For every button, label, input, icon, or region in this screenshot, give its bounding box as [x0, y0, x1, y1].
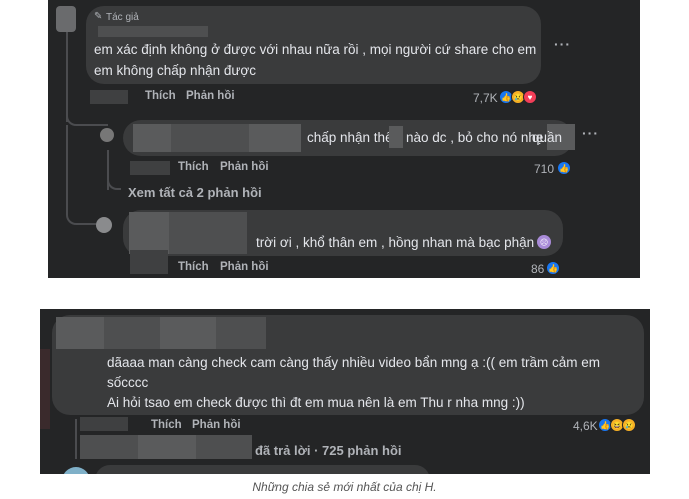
reply-button[interactable]: Phản hồi: [220, 161, 269, 173]
thread-line: [75, 419, 77, 459]
see-all-replies-link[interactable]: Xem tất cả 2 phản hồi: [128, 185, 262, 200]
like-icon: 👍: [546, 261, 560, 275]
like-icon: 👍: [557, 161, 571, 175]
blurred-block: [169, 212, 247, 254]
replies-summary-link[interactable]: đã trả lời · 725 phản hồi: [255, 443, 402, 458]
reply-button[interactable]: Phản hồi: [220, 261, 269, 273]
reaction-count[interactable]: 710: [534, 162, 554, 176]
more-options-button[interactable]: ···: [582, 125, 599, 141]
blurred-timestamp: [130, 161, 170, 175]
pencil-icon: ✎: [94, 11, 103, 22]
comment-text-line-3: Ai hỏi tsao em check được thì đt em mua …: [107, 395, 525, 410]
reply-text-part-2: nào dc , bỏ cho nó nhẹ: [406, 130, 544, 145]
comment-bubble: dãaaa man càng check cam càng thấy nhiều…: [52, 315, 644, 415]
reply-text-part-1: chấp nhận thế: [307, 130, 393, 145]
heart-icon: ♥: [523, 90, 537, 104]
blurred-block: [133, 124, 171, 152]
reply-bubble: trời ơi , khổ thân em , hồng nhan mà bạc…: [123, 210, 563, 256]
blurred-block: [196, 435, 252, 459]
blurred-block: [160, 317, 216, 349]
comment-thread-1: ✎ Tác giả em xác định không ở được với n…: [48, 0, 640, 278]
blurred-block: [216, 317, 266, 349]
blurred-block: [104, 317, 160, 349]
blurred-block: [129, 212, 169, 254]
like-button[interactable]: Thích: [145, 90, 176, 102]
comment-thread-2: dãaaa man càng check cam càng thấy nhiều…: [40, 309, 650, 474]
more-options-button[interactable]: ···: [554, 36, 571, 52]
blurred-block: [80, 435, 138, 459]
author-badge: Tác giả: [106, 12, 139, 23]
blurred-timestamp: [80, 417, 128, 431]
thread-connector: [107, 174, 121, 190]
like-button[interactable]: Thích: [151, 419, 182, 431]
avatar[interactable]: [56, 6, 76, 32]
reply-button[interactable]: Phản hồi: [192, 419, 241, 431]
sad-icon: 😢: [622, 418, 636, 432]
reaction-count[interactable]: 7,7K: [473, 91, 498, 105]
comment-text-line-2: sốcccc: [107, 375, 149, 390]
blurred-block: [56, 317, 104, 349]
thread-connector: [66, 125, 96, 225]
reaction-count[interactable]: 86: [531, 262, 544, 276]
avatar[interactable]: [62, 467, 90, 474]
blurred-timestamp: [130, 250, 168, 274]
comment-text-line-1: em xác định không ở được với nhau nữa rồ…: [94, 42, 537, 57]
comment-text-line-1: dãaaa man càng check cam càng thấy nhiều…: [107, 355, 601, 370]
comment-text-line-2: em không chấp nhận được: [94, 63, 256, 78]
emoji-icon: ☹: [537, 235, 551, 249]
like-button[interactable]: Thích: [178, 161, 209, 173]
image-caption: Những chia sẻ mới nhất của chị H.: [252, 480, 437, 494]
reply-button[interactable]: Phản hồi: [186, 90, 235, 102]
avatar[interactable]: [100, 128, 114, 142]
reply-bubble: chấp nhận thế nào dc , bỏ cho nó nhẹ: [123, 120, 575, 156]
avatar[interactable]: [96, 217, 112, 233]
blurred-author-name: [98, 26, 208, 37]
comment-bubble: [95, 465, 430, 474]
side-image-strip: [40, 349, 50, 429]
reaction-count[interactable]: 4,6K: [573, 419, 598, 433]
like-button[interactable]: Thích: [178, 261, 209, 273]
blurred-timestamp: [90, 90, 128, 104]
comment-bubble: ✎ Tác giả em xác định không ở được với n…: [86, 6, 541, 84]
reply-text-part-3: quần: [532, 130, 563, 145]
blurred-word: [389, 126, 403, 148]
reply-text: trời ơi , khổ thân em , hồng nhan mà bạc…: [256, 235, 535, 250]
blurred-block: [138, 435, 196, 459]
blurred-block: [171, 124, 249, 152]
blurred-block: [249, 124, 301, 152]
